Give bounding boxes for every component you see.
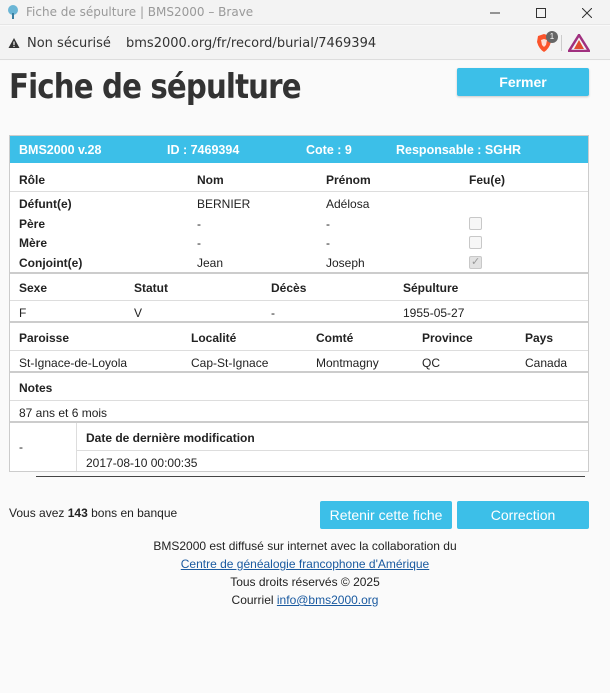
notes-value: 87 ans et 6 mois: [19, 406, 108, 420]
page-title: Fiche de sépulture: [9, 67, 302, 107]
divider: [76, 450, 588, 451]
shields-badge: 1: [546, 31, 558, 43]
divider: [10, 350, 588, 351]
close-window-button[interactable]: [564, 0, 610, 25]
section-divider: [10, 272, 588, 274]
bank-prefix: Vous avez: [9, 506, 65, 520]
value-province: QC: [422, 356, 440, 370]
person-nom: -: [197, 217, 201, 231]
close-icon: [582, 7, 592, 18]
col-statut: Statut: [134, 281, 168, 295]
email-link[interactable]: info@bms2000.org: [277, 593, 379, 607]
person-role: Mère: [19, 236, 48, 250]
footer-mail-row: Courriel info@bms2000.org: [0, 593, 610, 607]
modif-date: 2017-08-10 00:00:35: [86, 456, 198, 470]
person-role: Père: [19, 217, 46, 231]
value-pays: Canada: [525, 356, 568, 370]
col-nom: Nom: [197, 173, 224, 187]
window-titlebar: Fiche de sépulture | BMS2000 – Brave: [0, 0, 610, 25]
divider: [10, 191, 588, 192]
record-responsable: Responsable : SGHR: [396, 143, 522, 157]
value-comte: Montmagny: [316, 356, 379, 370]
value-paroisse: St-Ignace-de-Loyola: [19, 356, 128, 370]
value-sexe: F: [19, 306, 27, 320]
feu-checkbox-mere: [469, 236, 482, 249]
col-province: Province: [422, 331, 473, 345]
column-divider: [76, 423, 77, 471]
section-divider: [10, 321, 588, 323]
url-field[interactable]: bms2000.org/fr/record/burial/7469394: [126, 36, 376, 51]
person-prenom: Joseph: [326, 256, 365, 270]
bank-balance: Vous avez 143 bons en banque: [9, 506, 177, 520]
footer-copyright: Tous droits réservés © 2025: [230, 575, 380, 589]
person-prenom: -: [326, 217, 330, 231]
divider: [10, 300, 588, 301]
person-nom: Jean: [197, 256, 224, 270]
person-role: Défunt(e): [19, 197, 72, 211]
col-sexe: Sexe: [19, 281, 48, 295]
person-nom: -: [197, 236, 201, 250]
security-label[interactable]: Non sécurisé: [27, 36, 111, 51]
person-role: Conjoint(e): [19, 256, 83, 270]
value-sepulture: 1955-05-27: [403, 306, 465, 320]
value-deces: -: [271, 306, 275, 320]
person-nom: BERNIER: [197, 197, 251, 211]
close-button[interactable]: Fermer: [457, 68, 589, 96]
section-divider: [10, 421, 588, 423]
brave-rewards-icon[interactable]: [568, 34, 590, 52]
footer-collab: BMS2000 est diffusé sur internet avec la…: [153, 539, 457, 553]
bank-count: 143: [67, 506, 88, 520]
minimize-icon: [490, 12, 500, 13]
bank-suffix: bons en banque: [91, 506, 178, 520]
col-role: Rôle: [19, 173, 46, 187]
col-paroisse: Paroisse: [19, 331, 70, 345]
page-content: Fiche de sépulture Fermer BMS2000 v.28 I…: [0, 61, 610, 693]
record-card: BMS2000 v.28 ID : 7469394 Cote : 9 Respo…: [9, 135, 589, 472]
feu-checkbox-conjoint: [469, 255, 482, 269]
divider: [10, 400, 588, 401]
person-prenom: Adélosa: [326, 197, 370, 211]
record-id: ID : 7469394: [167, 143, 240, 157]
record-version: BMS2000 v.28: [19, 143, 102, 157]
mail-label: Courriel: [231, 593, 274, 607]
toolbar-divider: [561, 35, 562, 51]
person-prenom: -: [326, 236, 330, 250]
maximize-button[interactable]: [518, 0, 564, 25]
modif-header: Date de dernière modification: [86, 431, 255, 445]
col-sepulture: Sépulture: [403, 281, 459, 295]
horizontal-rule: [36, 476, 585, 477]
value-statut: V: [134, 306, 143, 320]
notes-header: Notes: [19, 381, 53, 395]
col-deces: Décès: [271, 281, 307, 295]
not-secure-icon[interactable]: [8, 37, 20, 49]
section-divider: [10, 371, 588, 373]
address-bar: Non sécurisé bms2000.org/fr/record/buria…: [0, 26, 610, 60]
window-title: Fiche de sépulture | BMS2000 – Brave: [26, 5, 254, 19]
col-localite: Localité: [191, 331, 237, 345]
record-header: BMS2000 v.28 ID : 7469394 Cote : 9 Respo…: [10, 136, 588, 163]
col-prenom: Prénom: [326, 173, 371, 187]
col-feu: Feu(e): [469, 173, 505, 187]
col-comte: Comté: [316, 331, 354, 345]
centre-genealogie-link[interactable]: Centre de généalogie francophone d'Améri…: [181, 557, 429, 571]
value-localite: Cap-St-Ignace: [191, 356, 269, 370]
footer-link-row: Centre de généalogie francophone d'Améri…: [0, 557, 610, 571]
minimize-button[interactable]: [472, 0, 518, 25]
app-tree-icon: [8, 5, 18, 19]
correction-button[interactable]: Correction: [457, 501, 589, 529]
col-pays: Pays: [525, 331, 554, 345]
retain-record-button[interactable]: Retenir cette fiche: [320, 501, 452, 529]
record-cote: Cote : 9: [306, 143, 352, 157]
maximize-icon: [536, 7, 546, 18]
left-dash: -: [19, 440, 23, 454]
feu-checkbox-pere: [469, 217, 482, 230]
